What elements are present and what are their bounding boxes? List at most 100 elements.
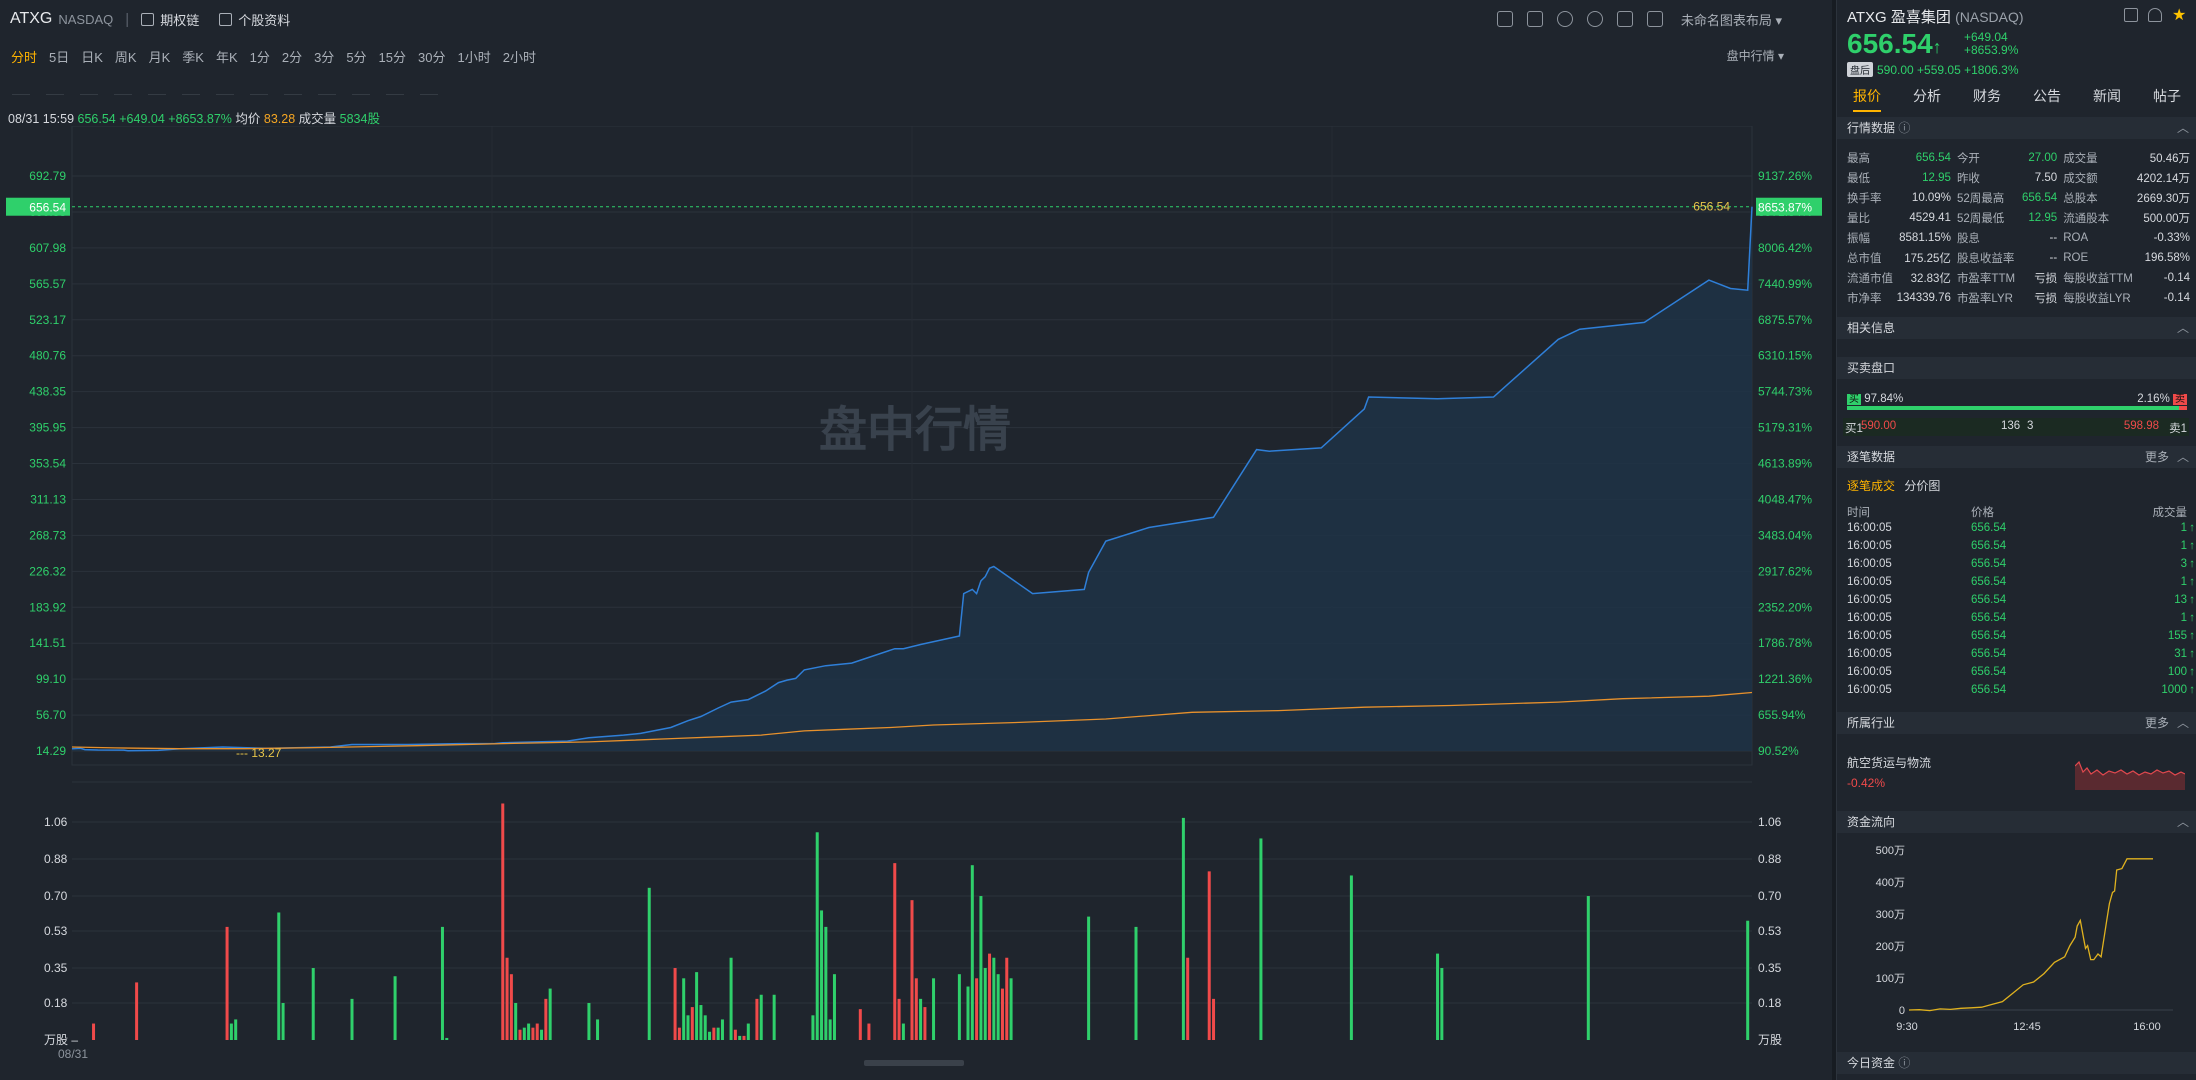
stat-value: 8581.15% — [1899, 232, 1951, 244]
scroll-handle[interactable] — [864, 1060, 964, 1066]
draw-icon[interactable] — [1526, 11, 1543, 27]
volume-tick-label-right: 0.35 — [1758, 961, 1782, 975]
volume-bar — [828, 1019, 832, 1040]
section-today-funds[interactable]: 今日资金 ⓘ — [1837, 1052, 2196, 1074]
volume-bar — [445, 1037, 449, 1040]
volume-unit-label: 万股 – — [44, 1033, 78, 1047]
period-tab[interactable]: 分时 — [11, 47, 37, 66]
section-capital-flow[interactable]: 资金流向 ︿ — [1837, 811, 2196, 833]
y-pct-tick-label: 3483.04% — [1758, 528, 1812, 542]
volume-bar — [518, 1029, 522, 1040]
period-tab[interactable]: 5分 — [346, 47, 366, 66]
quote-tab[interactable]: 分析 — [1913, 86, 1941, 112]
star-icon[interactable]: ★ — [2172, 8, 2188, 24]
eye-icon[interactable] — [318, 81, 336, 95]
volume-tick-label: 0.18 — [44, 996, 68, 1010]
measure-tool-icon[interactable] — [114, 81, 132, 95]
industry-more-link[interactable]: 更多 — [2145, 712, 2169, 734]
ticks-more-link[interactable]: 更多 — [2145, 446, 2169, 468]
industry-name[interactable]: 航空货运与物流 — [1847, 754, 1931, 771]
quote-tab[interactable]: 报价 — [1853, 86, 1881, 112]
grid-layout-icon[interactable] — [1646, 11, 1663, 27]
section-order-book[interactable]: 买卖盘口 — [1837, 357, 2196, 379]
period-tab[interactable]: 5日 — [49, 47, 69, 66]
period-tab[interactable]: 年K — [216, 47, 238, 66]
period-tab[interactable]: 周K — [115, 47, 137, 66]
section-industry[interactable]: 所属行业 更多 ︿ — [1837, 712, 2196, 734]
quote-tab[interactable]: 帖子 — [2153, 86, 2181, 112]
arrow-tool-icon[interactable] — [148, 81, 166, 95]
quote-tab[interactable]: 公告 — [2033, 86, 2061, 112]
image-tool-icon[interactable] — [216, 81, 234, 95]
tick-row: 16:00:05 656.54 1 ↑ — [1847, 540, 2195, 558]
brush-tool-icon[interactable] — [250, 81, 268, 95]
layout-dropdown[interactable]: 未命名图表布局 ▾ — [1681, 10, 1782, 29]
section-market-data[interactable]: 行情数据 ⓘ ︿ — [1837, 117, 2196, 139]
document-icon — [219, 12, 233, 26]
collapse-icon[interactable]: ︿ — [2177, 811, 2189, 833]
flow-y-tick: 200万 — [1876, 941, 1905, 953]
quote-tab[interactable]: 新闻 — [2093, 86, 2121, 112]
stat-label: 总市值 — [1847, 253, 1882, 265]
volume-bar — [225, 926, 229, 1040]
stat-label: 振幅 — [1847, 233, 1870, 245]
period-tab[interactable]: 15分 — [379, 47, 406, 66]
y-tick-label: 141.51 — [29, 636, 66, 650]
period-tab[interactable]: 2小时 — [503, 47, 536, 66]
line-tool-icon[interactable] — [12, 81, 30, 95]
period-tab[interactable]: 1分 — [250, 47, 270, 66]
y-tick-label: 56.70 — [36, 708, 66, 722]
period-tab[interactable]: 日K — [81, 47, 103, 66]
collapse-icon[interactable]: ︿ — [2177, 317, 2189, 339]
section-capital-flow-label: 资金流向 — [1847, 815, 1896, 829]
trash-icon[interactable] — [420, 81, 438, 95]
stat-value: 12.95 — [2028, 212, 2058, 224]
volume-tick-label: 0.70 — [44, 889, 68, 903]
session-dropdown[interactable]: 盘中行情 ▾ — [1727, 47, 1784, 64]
period-tab[interactable]: 月K — [149, 47, 171, 66]
volume-bar — [501, 803, 505, 1040]
eraser-tool-icon[interactable] — [284, 81, 302, 95]
info-price: 656.54 — [77, 112, 116, 126]
profile-link[interactable]: 个股资料 — [219, 10, 290, 29]
info-avg-label: 均价 — [235, 112, 261, 126]
stat-label: ROA — [2063, 232, 2089, 244]
section-ticks[interactable]: 逐笔数据 更多 ︿ — [1837, 446, 2196, 468]
volume-bar — [1259, 838, 1263, 1040]
intraday-chart[interactable]: 692.799137.26%650.388571.84%607.988006.4… — [0, 126, 1832, 1066]
flow-y-tick: 0 — [1899, 1005, 1905, 1017]
collapse-icon[interactable]: ︿ — [2177, 712, 2189, 734]
pattern-tool-icon[interactable] — [80, 81, 98, 95]
tick-tab-trades[interactable]: 逐笔成交 — [1847, 479, 1895, 493]
bell-icon[interactable] — [2148, 8, 2162, 22]
collapse-icon[interactable]: ︿ — [2177, 117, 2189, 139]
period-tab[interactable]: 2分 — [282, 47, 302, 66]
lock-icon[interactable] — [352, 81, 370, 95]
quote-tab[interactable]: 财务 — [1973, 86, 2001, 112]
period-tab[interactable]: 1小时 — [457, 47, 490, 66]
volume-bar — [393, 976, 397, 1040]
quote-change: +649.04 +8653.9% — [1964, 31, 2018, 57]
stat-label: 市盈率TTM — [1956, 273, 2016, 285]
tick-row: 16:00:05 656.54 155 ↑ — [1847, 630, 2195, 648]
section-related[interactable]: 相关信息 ︿ — [1837, 317, 2196, 339]
text-tool-icon[interactable] — [182, 81, 200, 95]
stat-label: ROE — [2063, 252, 2089, 264]
y-pct-tick-label: 6875.57% — [1758, 313, 1812, 327]
collapse-icon[interactable]: ︿ — [2177, 446, 2189, 468]
share-icon[interactable] — [2124, 8, 2138, 22]
fullscreen-icon[interactable] — [1616, 11, 1633, 27]
volume-tick-label-right: 1.06 — [1758, 815, 1782, 829]
post-market: 盘后 590.00 +559.05 +1806.3% — [1847, 62, 2019, 77]
period-tab[interactable]: 30分 — [418, 47, 445, 66]
settings-icon[interactable] — [1586, 11, 1603, 27]
indicator-icon[interactable] — [1496, 11, 1513, 27]
rect-tool-icon[interactable] — [46, 81, 64, 95]
period-tab[interactable]: 3分 — [314, 47, 334, 66]
refresh-icon[interactable] — [1556, 11, 1573, 27]
magnet-icon[interactable] — [386, 81, 404, 95]
period-tab[interactable]: 季K — [182, 47, 204, 66]
tick-tab-price-dist[interactable]: 分价图 — [1904, 479, 1940, 493]
options-chain-link[interactable]: 期权链 — [141, 10, 199, 29]
info-datetime: 08/31 15:59 — [8, 112, 75, 126]
